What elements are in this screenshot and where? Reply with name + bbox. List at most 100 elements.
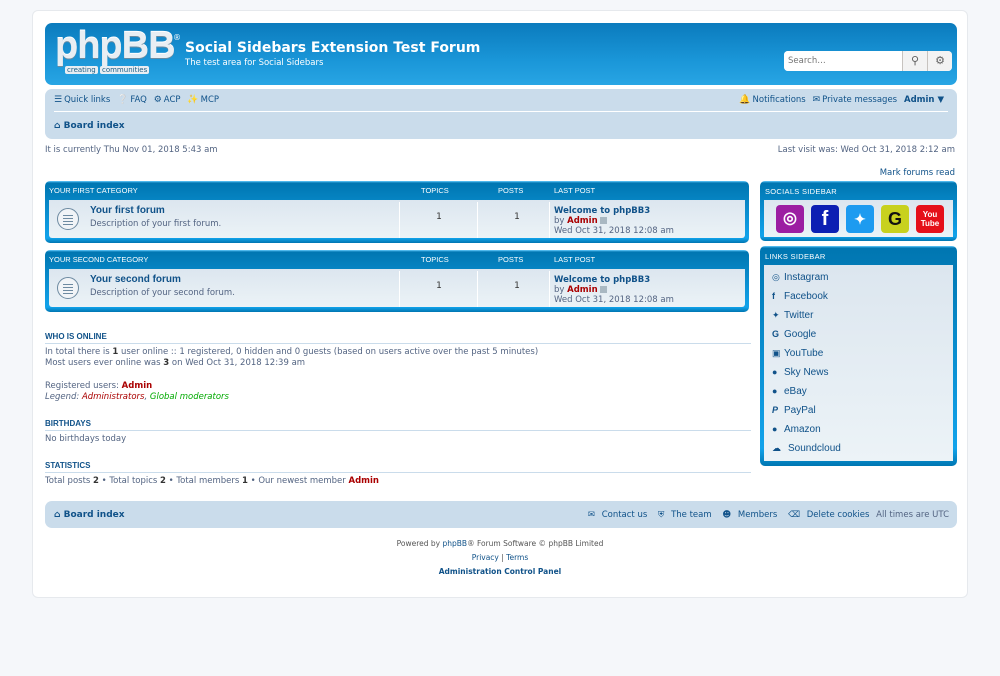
quick-links-menu[interactable]: ☰ Quick links	[54, 95, 110, 105]
search-button[interactable]: ⚲	[902, 51, 927, 71]
administration-control-panel-link[interactable]: Administration Control Panel	[439, 567, 562, 576]
logo-tag-communities: communities	[99, 66, 150, 74]
site-logo[interactable]: phpBB ® creating communities	[55, 25, 181, 77]
facebook-button[interactable]: f	[811, 205, 839, 233]
soundcloud-icon: ☁	[772, 443, 781, 453]
privacy-terms: Privacy | Terms	[33, 553, 967, 562]
legend-administrators-link[interactable]: Administrators	[82, 392, 145, 402]
text: user online :: 1 registered, 0 hidden an…	[118, 347, 539, 357]
by-label: by	[554, 285, 565, 295]
sidebar-link-twitter[interactable]: ✦ Twitter	[772, 310, 813, 321]
terms-link[interactable]: Terms	[506, 553, 528, 562]
forum-row: Your second forum Description of your se…	[49, 269, 745, 307]
footer-board-index-link[interactable]: ⌂ Board index	[54, 510, 125, 520]
links-sidebar: LINKS SIDEBAR ◎ Instagram f Facebook ✦ Twit…	[760, 246, 957, 466]
privacy-link[interactable]: Privacy	[472, 553, 499, 562]
members-link[interactable]: ☻ Members	[718, 510, 777, 520]
forum-name-link[interactable]: Your second forum	[90, 274, 181, 285]
sidebar-link-soundcloud[interactable]: ☁ Soundcloud	[772, 443, 841, 454]
last-post-author-link[interactable]: Admin	[567, 216, 598, 226]
page-wrapper: phpBB ® creating communities Social Side…	[32, 10, 968, 598]
text: Powered by	[396, 539, 443, 548]
advanced-search-button[interactable]: ⚙	[927, 51, 952, 71]
notifications-link[interactable]: 🔔 Notifications	[739, 95, 805, 105]
column-divider	[549, 202, 550, 238]
registered-users: Registered users: Admin	[45, 381, 152, 391]
sidebar-link-paypal[interactable]: P PayPal	[772, 405, 816, 416]
who-is-online-heading[interactable]: WHO IS ONLINE	[45, 332, 751, 344]
delete-cookies-link[interactable]: ⌫ Delete cookies	[784, 510, 869, 520]
inbox-icon: ✉	[812, 95, 821, 105]
trash-icon: ⌫	[788, 510, 801, 520]
category-title[interactable]: YOUR FIRST CATEGORY	[49, 186, 138, 195]
column-divider	[477, 271, 478, 307]
sidebar-link-facebook[interactable]: f Facebook	[772, 291, 828, 302]
twitter-icon: ✦	[854, 211, 866, 227]
acp-link[interactable]: ⚙ ACP	[154, 95, 181, 105]
cogs-icon: ⚙	[153, 95, 162, 105]
column-divider	[477, 202, 478, 238]
category-title[interactable]: YOUR SECOND CATEGORY	[49, 255, 148, 264]
text: Legend:	[45, 392, 82, 402]
forum-read-icon	[57, 277, 79, 299]
user-menu[interactable]: Admin ▼	[904, 95, 944, 105]
last-post-title-link[interactable]: Welcome to phpBB3	[554, 206, 674, 216]
sidebar-link-instagram[interactable]: ◎ Instagram	[772, 272, 828, 283]
view-latest-post-icon[interactable]	[599, 286, 607, 293]
legend-global-moderators-link[interactable]: Global moderators	[150, 392, 229, 402]
site-description: The test area for Social Sidebars	[185, 58, 324, 68]
breadcrumb[interactable]: ⌂ Board index	[54, 121, 125, 131]
contact-label: Contact us	[601, 510, 648, 520]
phpbb-link[interactable]: phpBB	[442, 539, 467, 548]
socials-sidebar-title: SOCIALS SIDEBAR	[765, 187, 838, 196]
topics-header: TOPICS	[421, 186, 449, 195]
footer-navbar: ⌂ Board index ✉ Contact us ⛨ The team ☻ …	[45, 501, 957, 528]
posts-header: POSTS	[498, 255, 524, 264]
column-divider	[399, 202, 400, 238]
the-team-link[interactable]: ⛨ The team	[654, 510, 712, 520]
faq-link[interactable]: ❔ FAQ	[117, 95, 147, 105]
sidebar-link-label: Amazon	[784, 424, 821, 435]
last-post-title-link[interactable]: Welcome to phpBB3	[554, 275, 674, 285]
view-latest-post-icon[interactable]	[599, 217, 607, 224]
private-messages-label: Private messages	[822, 95, 898, 105]
search-input[interactable]	[784, 51, 902, 71]
google-icon: G	[887, 209, 902, 229]
sidebar-link-google[interactable]: G Google	[772, 329, 816, 340]
mcp-link[interactable]: ✨ MCP	[187, 95, 219, 105]
last-post-time: Wed Oct 31, 2018 12:08 am	[554, 226, 674, 236]
category-block: YOUR SECOND CATEGORY TOPICS POSTS LAST P…	[45, 250, 749, 312]
acp-label: ACP	[163, 95, 181, 105]
users-icon: ☻	[722, 510, 732, 520]
question-circle-icon: ❔	[117, 95, 129, 105]
sidebar-link-ebay[interactable]: ● eBay	[772, 386, 807, 397]
text: ® Forum Software © phpBB Limited	[467, 539, 604, 548]
sidebar-link-amazon[interactable]: ● Amazon	[772, 424, 821, 435]
members-label: Members	[737, 510, 778, 520]
sidebar-link-sky-news[interactable]: ● Sky News	[772, 367, 828, 378]
forum-row: Your first forum Description of your fir…	[49, 200, 745, 238]
youtube-button[interactable]: You Tube	[916, 205, 944, 233]
twitter-button[interactable]: ✦	[846, 205, 874, 233]
forum-description: Description of your first forum.	[90, 219, 222, 229]
text: • Total members	[165, 476, 242, 486]
google-button[interactable]: G	[881, 205, 909, 233]
sidebar-link-label: Twitter	[784, 310, 814, 321]
sidebar-link-label: Facebook	[784, 291, 828, 302]
contact-us-link[interactable]: ✉ Contact us	[584, 510, 647, 520]
private-messages-link[interactable]: ✉ Private messages	[813, 95, 898, 105]
instagram-button[interactable]: ◎	[776, 205, 804, 233]
statistics-heading: STATISTICS	[45, 461, 751, 473]
caret-down-icon: ▼	[937, 95, 944, 105]
gear-icon: ⚙	[935, 54, 945, 67]
last-post-header: LAST POST	[554, 255, 596, 264]
faq-label: FAQ	[130, 95, 147, 105]
newest-member-link[interactable]: Admin	[348, 476, 379, 486]
last-post-author-link[interactable]: Admin	[567, 285, 598, 295]
sidebar-link-youtube[interactable]: ▣ YouTube	[772, 348, 823, 359]
forum-name-link[interactable]: Your first forum	[90, 205, 165, 216]
registered-user-link[interactable]: Admin	[122, 381, 153, 391]
sidebar-link-label: Soundcloud	[788, 443, 841, 454]
sidebar-link-label: YouTube	[784, 348, 824, 359]
mark-forums-read-link[interactable]: Mark forums read	[880, 168, 955, 178]
